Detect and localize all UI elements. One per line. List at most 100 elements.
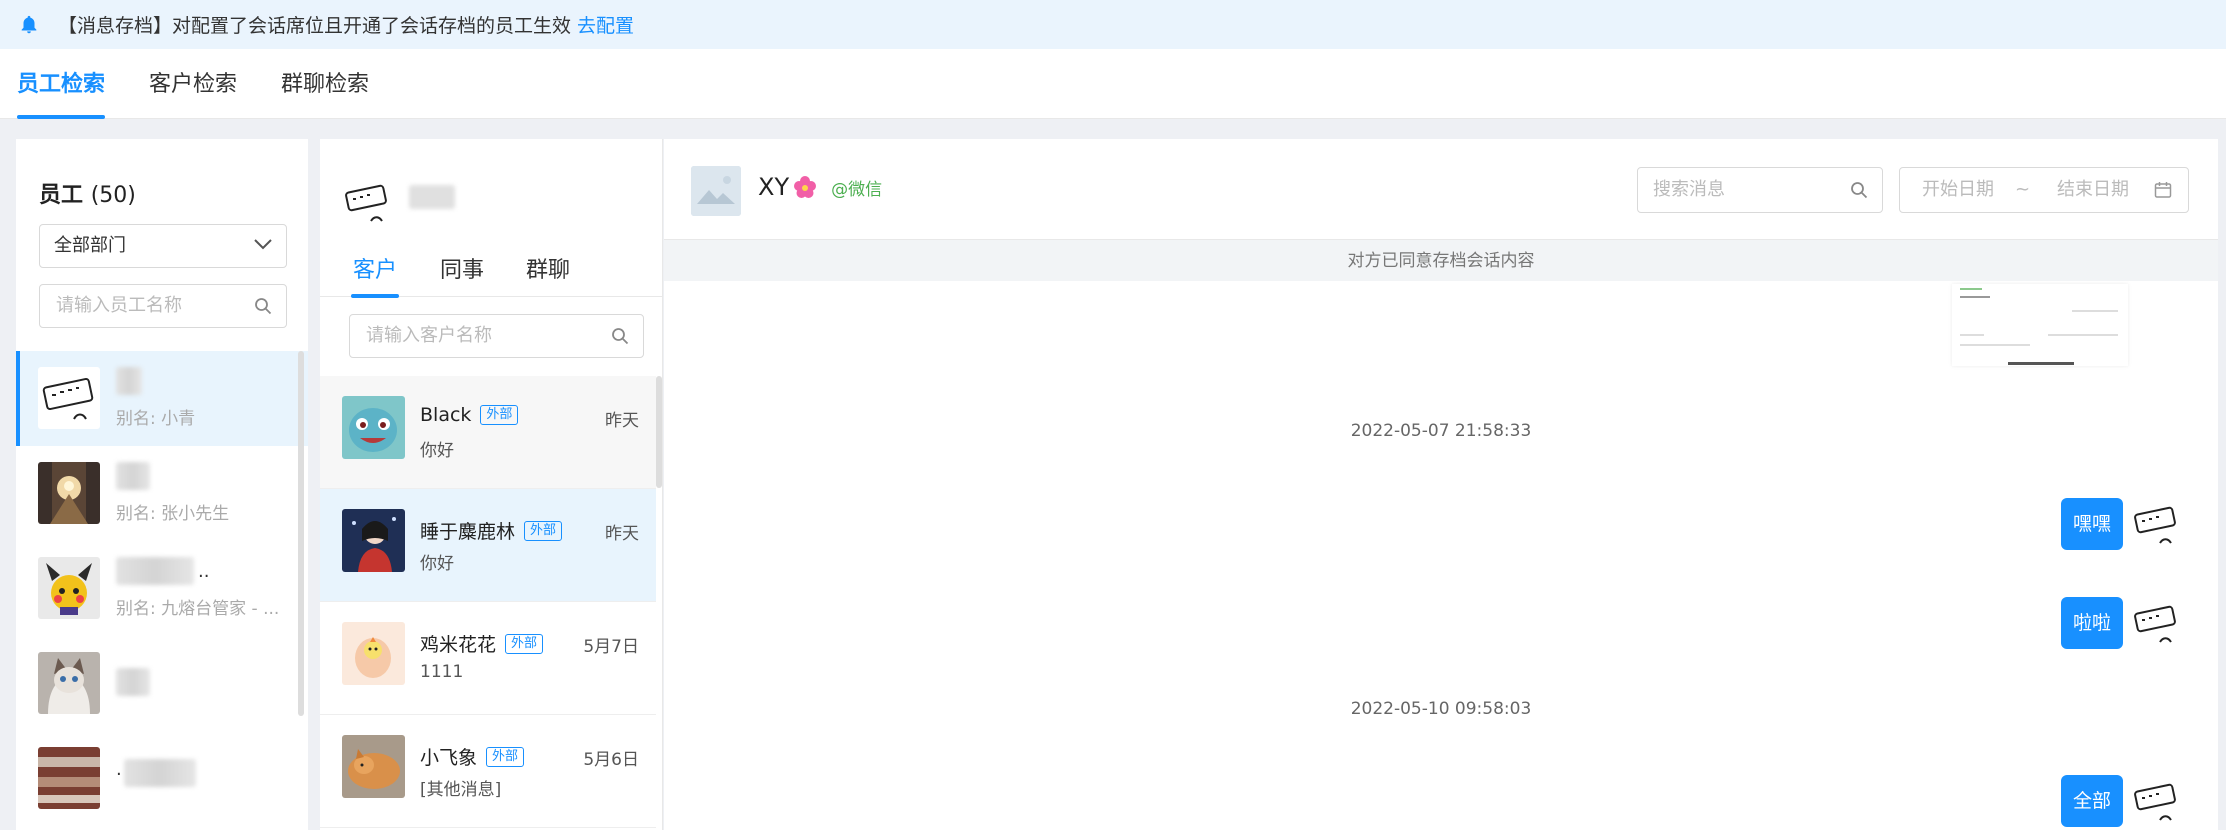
avatar — [2130, 598, 2180, 648]
employee-alias: 别名: 九熔台管家 - ... — [116, 599, 280, 619]
customer-panel: 客户 同事 群聊 请输入客户名称 Black 外部 昨天 你好 睡于麋鹿林 外部 昨… — [320, 139, 663, 830]
avatar — [38, 367, 100, 429]
external-badge: 外部 — [480, 405, 519, 425]
tab-customers[interactable]: 客户 — [350, 245, 400, 298]
list-item[interactable]: Black 外部 昨天 你好 — [320, 376, 656, 489]
department-select[interactable]: 全部部门 — [39, 224, 287, 268]
list-item[interactable] — [16, 636, 308, 731]
search-tabs: 员工检索 客户检索 群聊检索 — [0, 49, 2226, 119]
customer-name-text: 睡于麋鹿林 — [420, 521, 516, 543]
employee-title: 员工 (50) — [39, 177, 136, 209]
employee-title-label: 员工 — [39, 183, 84, 208]
customer-list-scrollbar[interactable] — [656, 376, 662, 488]
avatar — [691, 166, 741, 216]
customer-name: 鸡米花花 外部 — [420, 630, 544, 657]
employee-list-scrollbar[interactable] — [298, 351, 304, 716]
configure-link[interactable]: 去配置 — [577, 11, 634, 38]
banner-text: 【消息存档】对配置了会话席位且开通了会话存档的员工生效 — [58, 15, 572, 37]
tab-group-search[interactable]: 群聊检索 — [281, 49, 369, 119]
notice-banner: 【消息存档】对配置了会话席位且开通了会话存档的员工生效 去配置 — [0, 0, 2226, 49]
avatar — [2130, 499, 2180, 549]
external-badge: 外部 — [524, 520, 563, 541]
image-message[interactable] — [1952, 284, 2128, 366]
end-date-input[interactable]: 结束日期 — [2057, 168, 2129, 212]
avatar — [2130, 776, 2180, 826]
flower-icon — [794, 176, 817, 198]
last-message-preview: 你好 — [420, 554, 454, 574]
list-item[interactable]: 小飞象 外部 5月6日 [其他消息] — [320, 715, 656, 828]
date-range-separator: ~ — [2015, 179, 2031, 200]
employee-name-blurred — [116, 367, 142, 395]
sent-message-bubble: 嘿嘿 — [2061, 498, 2124, 550]
message-timestamp: 2022-05-07 21:58:33 — [1350, 421, 1532, 441]
sent-message-bubble: 啦啦 — [2061, 597, 2124, 649]
list-item[interactable]: 睡于麋鹿林 外部 昨天 你好 — [320, 489, 656, 602]
calendar-icon — [2154, 182, 2172, 198]
list-item[interactable]: .. 别名: 九熔台管家 - ... — [16, 541, 308, 636]
employee-name-blurred — [116, 668, 150, 696]
customer-search-input[interactable]: 请输入客户名称 — [349, 314, 644, 358]
employee-alias: 别名: 小青 — [116, 409, 196, 429]
employee-search-input[interactable]: 请输入员工名称 — [39, 284, 287, 328]
employee-name-blurred — [124, 759, 196, 787]
message-search-input[interactable]: 搜索消息 — [1637, 167, 1883, 213]
employee-name-blurred — [116, 462, 150, 490]
last-message-time: 昨天 — [605, 524, 639, 544]
avatar — [38, 652, 100, 714]
employee-list: 别名: 小青 别名: 张小先生 .. 别名: 九熔台管家 - ... . — [16, 351, 308, 826]
employee-name-suffix: . — [116, 759, 122, 780]
employee-search-placeholder: 请输入员工名称 — [56, 295, 182, 316]
customer-name: 睡于麋鹿林 外部 — [420, 517, 563, 544]
customer-name: 小飞象 外部 — [420, 743, 525, 770]
conversation-type-tabs: 客户 同事 群聊 — [320, 245, 662, 298]
message-search-placeholder: 搜索消息 — [1653, 179, 1725, 200]
selected-employee-name-blurred — [409, 185, 455, 209]
search-icon — [612, 328, 629, 345]
department-select-value: 全部部门 — [54, 235, 126, 256]
avatar — [342, 735, 405, 798]
search-icon — [255, 298, 272, 315]
external-badge: 外部 — [505, 633, 544, 654]
tab-customer-search[interactable]: 客户检索 — [149, 49, 237, 119]
avatar — [343, 177, 393, 227]
search-icon — [1851, 182, 1868, 199]
avatar — [342, 396, 405, 459]
last-message-preview: [其他消息] — [420, 780, 502, 800]
message-timestamp: 2022-05-10 09:58:03 — [1350, 699, 1532, 719]
list-item[interactable]: 鸡米花花 外部 5月7日 1111 — [320, 602, 656, 715]
avatar — [38, 462, 100, 524]
customer-name-text: 鸡米花花 — [420, 634, 497, 656]
bell-icon — [21, 15, 37, 33]
avatar — [38, 747, 100, 809]
external-badge: 外部 — [486, 746, 525, 767]
avatar — [342, 622, 405, 685]
contact-source: @微信 — [831, 179, 883, 200]
customer-list: Black 外部 昨天 你好 睡于麋鹿林 外部 昨天 你好 鸡米花花 外部 5月7日 … — [320, 376, 656, 828]
tab-groups[interactable]: 群聊 — [526, 245, 570, 297]
tab-employee-search[interactable]: 员工检索 — [17, 49, 106, 119]
employee-name-blurred — [116, 557, 194, 585]
last-message-time: 5月7日 — [583, 637, 639, 657]
avatar — [38, 557, 100, 619]
contact-header: XY @微信 — [758, 173, 882, 201]
list-item[interactable]: 别名: 张小先生 — [16, 446, 308, 541]
contact-name: XY — [758, 173, 790, 201]
customer-name: Black 外部 — [420, 404, 519, 426]
start-date-input[interactable]: 开始日期 — [1922, 168, 1994, 212]
avatar — [342, 509, 405, 572]
sent-message-bubble: 全部 — [2061, 775, 2124, 827]
customer-search-placeholder: 请输入客户名称 — [366, 325, 492, 346]
consent-notice: 对方已同意存档会话内容 — [664, 239, 2218, 281]
list-item[interactable]: . — [16, 731, 308, 826]
chat-panel: XY @微信 搜索消息 开始日期 ~ 结束日期 对方已同意存档会话内容 2022… — [664, 139, 2218, 830]
last-message-time: 5月6日 — [583, 750, 639, 770]
customer-name-text: Black — [420, 404, 472, 426]
last-message-time: 昨天 — [605, 411, 639, 431]
tab-colleagues[interactable]: 同事 — [440, 245, 484, 297]
list-item[interactable]: 别名: 小青 — [16, 351, 308, 446]
date-range-picker[interactable]: 开始日期 ~ 结束日期 — [1899, 167, 2189, 213]
chevron-down-icon — [254, 239, 272, 250]
last-message-preview: 1111 — [420, 662, 464, 682]
employee-count: (50) — [90, 183, 136, 208]
employee-panel: 员工 (50) 全部部门 请输入员工名称 别名: 小青 别名: 张小先生 .. … — [16, 139, 308, 830]
